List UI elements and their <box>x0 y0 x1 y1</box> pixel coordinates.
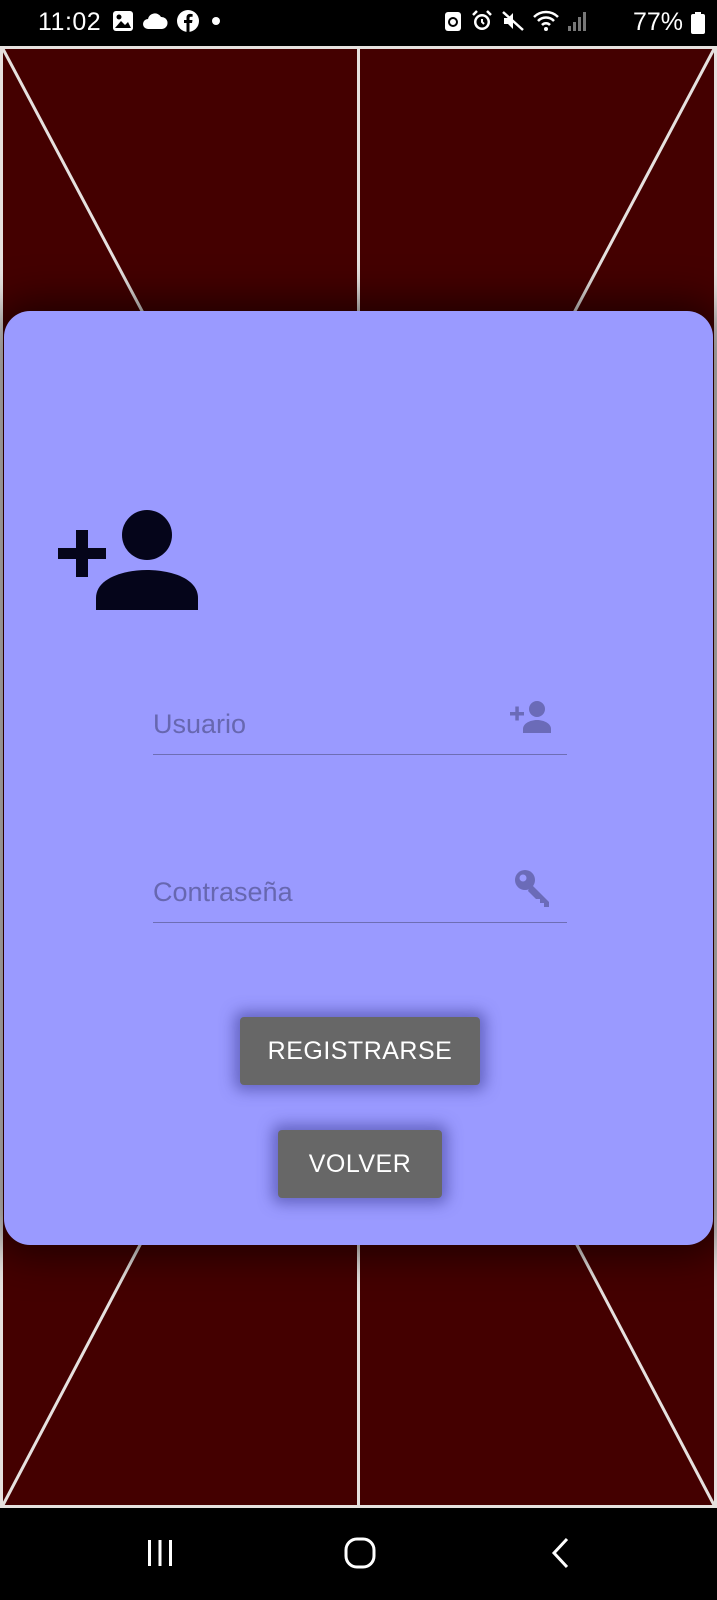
status-notification-icons <box>112 9 224 38</box>
key-icon <box>513 868 553 913</box>
status-system-icons <box>443 9 589 38</box>
signal-icon <box>567 10 589 37</box>
back-icon <box>549 1537 571 1574</box>
nav-back-button[interactable] <box>535 1530 585 1580</box>
person-add-icon <box>509 700 553 739</box>
status-bar: 11:02 77% <box>0 0 717 46</box>
navigation-bar <box>0 1508 717 1600</box>
password-field <box>153 852 567 923</box>
mute-icon <box>501 9 525 38</box>
screen: 11:02 77% Usuario REGISTRARSE VOLVER <box>0 0 717 1600</box>
home-button[interactable] <box>335 1530 385 1580</box>
username-field <box>153 684 567 755</box>
facebook-icon <box>176 9 200 38</box>
gallery-icon <box>112 10 134 37</box>
status-time: 11:02 <box>38 8 102 36</box>
battery-icon <box>691 12 705 39</box>
username-input[interactable] <box>153 709 493 740</box>
wifi-icon <box>532 9 560 38</box>
recycle-icon <box>443 9 463 38</box>
password-input[interactable] <box>153 877 493 908</box>
person-add-icon <box>54 508 204 617</box>
back-button[interactable]: VOLVER <box>278 1130 442 1198</box>
home-icon <box>344 1537 376 1574</box>
battery-percentage: 77% <box>632 8 683 36</box>
register-card: REGISTRARSE VOLVER <box>4 311 713 1245</box>
register-button[interactable]: REGISTRARSE <box>240 1017 480 1085</box>
dot-icon <box>208 13 224 34</box>
cloud-icon <box>142 12 168 35</box>
alarm-icon <box>470 9 494 38</box>
recents-button[interactable] <box>135 1530 185 1580</box>
recents-icon <box>145 1539 175 1572</box>
